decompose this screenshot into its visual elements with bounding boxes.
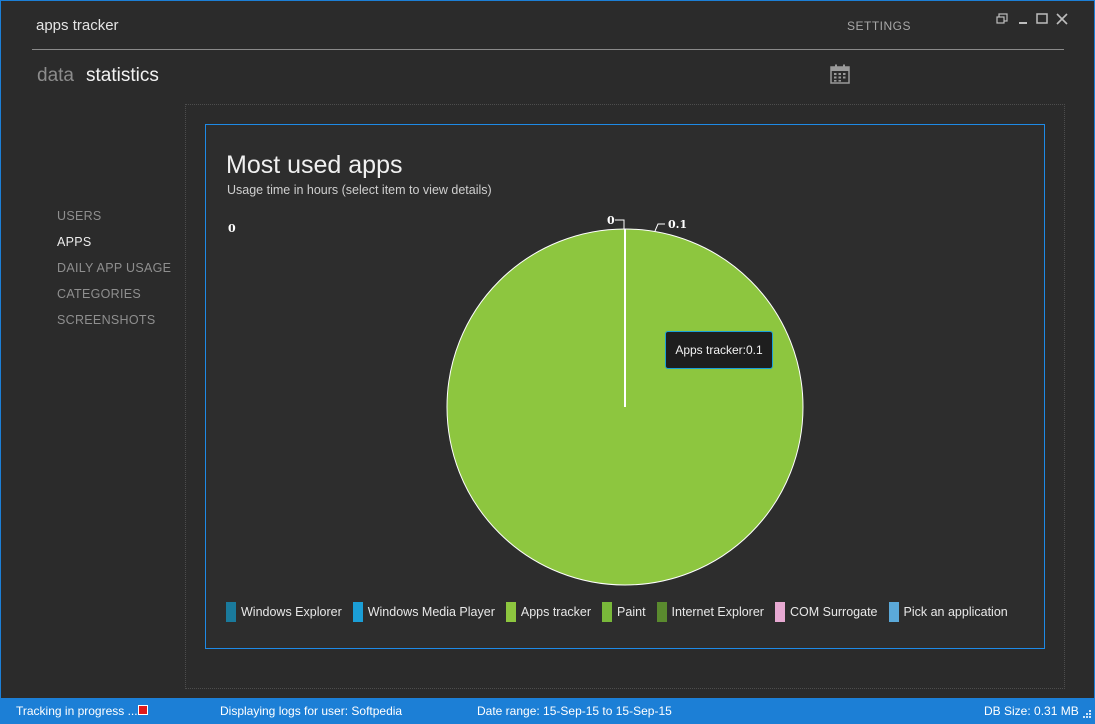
- chart-panel: Most used apps Usage time in hours (sele…: [205, 124, 1045, 649]
- tab-statistics[interactable]: statistics: [86, 65, 159, 87]
- minimize-icon[interactable]: [1018, 13, 1028, 25]
- chart-legend: Windows Explorer Windows Media Player Ap…: [226, 602, 1019, 622]
- sidebar-item-apps[interactable]: APPS: [57, 235, 171, 261]
- sidebar-item-categories[interactable]: CATEGORIES: [57, 287, 171, 313]
- legend-label: Apps tracker: [520, 605, 592, 619]
- legend-swatch: [226, 602, 236, 622]
- data-label-leader: [654, 223, 665, 232]
- legend-item-windows-explorer[interactable]: Windows Explorer: [226, 602, 342, 622]
- legend-swatch: [352, 602, 363, 622]
- chart-tooltip: Apps tracker:0.1: [665, 331, 773, 369]
- tab-data[interactable]: data: [37, 65, 74, 87]
- legend-swatch: [505, 602, 516, 622]
- legend-item-windows-media-player[interactable]: Windows Media Player: [352, 602, 495, 622]
- app-title: apps tracker: [36, 17, 119, 34]
- legend-swatch: [602, 602, 613, 622]
- maximize-icon[interactable]: [1036, 13, 1048, 25]
- legend-label: Windows Explorer: [241, 605, 342, 619]
- sidebar-item-users[interactable]: USERS: [57, 209, 171, 235]
- legend-label: Windows Media Player: [367, 605, 495, 619]
- close-icon[interactable]: [1056, 13, 1068, 25]
- legend-item-paint[interactable]: Paint: [602, 602, 646, 622]
- pie-data-label: 0: [607, 214, 615, 227]
- date-range-status: Date range: 15-Sep-15 to 15-Sep-15: [477, 704, 672, 718]
- db-size-status: DB Size: 0.31 MB: [984, 704, 1079, 718]
- header-divider: [32, 49, 1064, 50]
- status-bar: Tracking in progress ... Displaying logs…: [0, 698, 1095, 724]
- legend-item-internet-explorer[interactable]: Internet Explorer: [656, 602, 764, 622]
- legend-swatch: [774, 602, 785, 622]
- legend-label: Paint: [617, 605, 646, 619]
- legend-label: Pick an application: [903, 605, 1008, 619]
- legend-swatch: [888, 602, 899, 622]
- app-window: apps tracker SETTINGS data statistics US…: [0, 0, 1095, 724]
- user-status: Displaying logs for user: Softpedia: [220, 704, 403, 718]
- legend-swatch: [656, 602, 667, 622]
- calendar-icon[interactable]: [830, 64, 850, 84]
- legend-label: COM Surrogate: [789, 605, 878, 619]
- settings-link[interactable]: SETTINGS: [847, 19, 911, 33]
- legend-item-com-surrogate[interactable]: COM Surrogate: [774, 602, 878, 622]
- sidebar-item-daily-app-usage[interactable]: DAILY APP USAGE: [57, 261, 171, 287]
- tracking-stop-icon[interactable]: [138, 705, 148, 715]
- legend-item-pick-an-application[interactable]: Pick an application: [888, 602, 1008, 622]
- restore-icon[interactable]: [996, 13, 1008, 25]
- resize-grip-icon[interactable]: [1080, 709, 1092, 721]
- legend-label: Internet Explorer: [671, 605, 764, 619]
- sidebar-item-screenshots[interactable]: SCREENSHOTS: [57, 313, 171, 339]
- pie-data-label: 0.1: [668, 218, 687, 231]
- data-label-leader: [615, 219, 625, 229]
- tracking-status: Tracking in progress ...: [16, 704, 138, 718]
- sidebar-nav: USERS APPS DAILY APP USAGE CATEGORIES SC…: [57, 209, 171, 339]
- pie-chart[interactable]: 0 0.1: [206, 125, 1044, 595]
- legend-item-apps-tracker[interactable]: Apps tracker: [505, 602, 592, 622]
